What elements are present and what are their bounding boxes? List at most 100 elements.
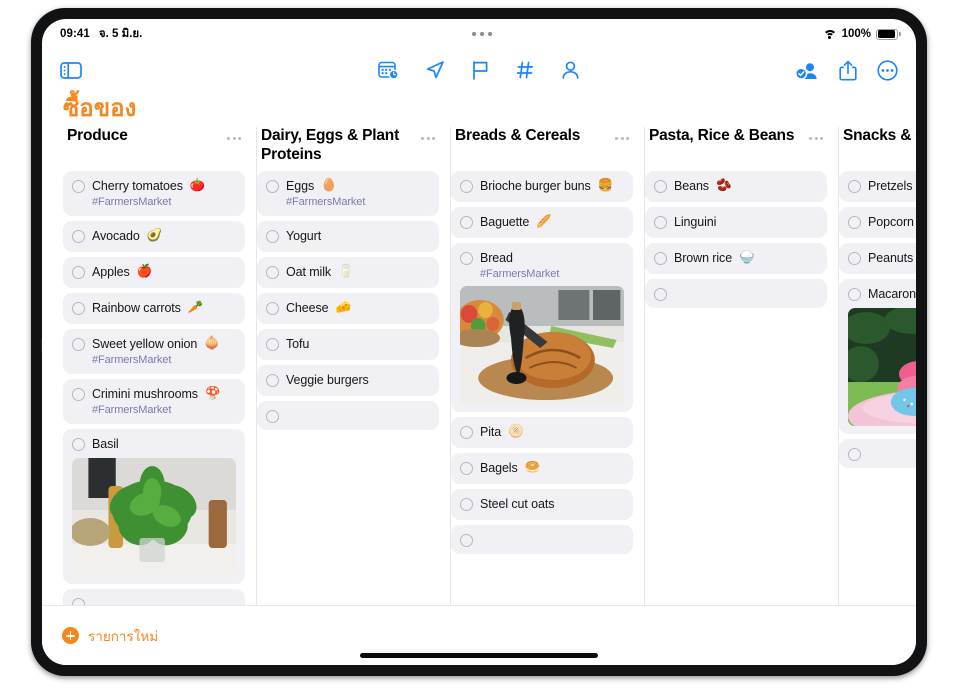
new-item-placeholder[interactable] [839, 439, 916, 468]
battery-full-icon [876, 28, 901, 40]
checkbox-circle-icon[interactable] [848, 180, 861, 193]
checkbox-circle-icon[interactable] [266, 410, 279, 423]
list-item[interactable]: Beans 🫘 [645, 171, 827, 202]
checkbox-circle-icon[interactable] [266, 266, 279, 279]
board-column: Pasta, Rice & Beans Beans 🫘 Linguini Brown r… [644, 127, 839, 605]
more-circle-icon[interactable] [877, 59, 898, 81]
checkbox-circle-icon[interactable] [460, 498, 473, 511]
checkbox-circle-icon[interactable] [654, 288, 667, 301]
column-more-icon[interactable] [419, 135, 437, 142]
list-item[interactable]: Steel cut oats [451, 489, 633, 520]
sidebar-toggle-icon[interactable] [60, 61, 82, 79]
checkbox-circle-icon[interactable] [460, 426, 473, 439]
list-item-tag[interactable]: #FarmersMarket [92, 196, 236, 208]
list-item[interactable]: Sweet yellow onion 🧅 #FarmersMarket [63, 329, 245, 374]
checkbox-circle-icon[interactable] [654, 216, 667, 229]
checkbox-circle-icon[interactable] [460, 216, 473, 229]
new-list-button[interactable]: รายการใหม่ [62, 625, 158, 647]
list-item[interactable]: Rainbow carrots 🥕 [63, 293, 245, 324]
list-item[interactable]: Cheese 🧀 [257, 293, 439, 324]
flag-icon[interactable] [471, 60, 490, 80]
macarons-photo[interactable] [848, 308, 916, 426]
checkbox-circle-icon[interactable] [460, 180, 473, 193]
checkbox-circle-icon[interactable] [654, 252, 667, 265]
list-item[interactable]: Brioche burger buns 🍔 [451, 171, 633, 202]
checkbox-circle-icon[interactable] [72, 180, 85, 193]
list-item-label: Steel cut oats [480, 497, 555, 511]
list-item-tag[interactable]: #FarmersMarket [92, 404, 236, 416]
checkbox-circle-icon[interactable] [266, 230, 279, 243]
list-item[interactable]: Pretzels🥨 [839, 171, 916, 202]
checkbox-circle-icon[interactable] [848, 288, 861, 301]
column-more-icon[interactable] [613, 135, 631, 142]
column-items: Pretzels🥨 Popcorn🍿 Peanuts🥜 Macarons [839, 171, 916, 468]
list-item-tag[interactable]: #FarmersMarket [286, 196, 430, 208]
list-item[interactable]: Veggie burgers [257, 365, 439, 396]
list-item[interactable]: Crimini mushrooms 🍄 #FarmersMarket [63, 379, 245, 424]
list-item-row: Oat milk 🥛 [266, 264, 430, 280]
multitasking-dots-icon[interactable] [472, 32, 493, 36]
list-item[interactable]: Oat milk 🥛 [257, 257, 439, 288]
list-item[interactable]: Baguette 🥖 [451, 207, 633, 238]
collaboration-icon[interactable] [795, 61, 819, 80]
toolbar-left-group [60, 61, 180, 79]
checkbox-circle-icon[interactable] [266, 302, 279, 315]
list-item-tag[interactable]: #FarmersMarket [92, 354, 236, 366]
list-item[interactable]: Macarons [839, 279, 916, 434]
column-more-icon[interactable] [807, 135, 825, 142]
hashtag-icon[interactable] [516, 60, 535, 80]
list-item[interactable]: Brown rice 🍚 [645, 243, 827, 274]
list-item[interactable]: Basil [63, 429, 245, 584]
new-item-placeholder[interactable] [451, 525, 633, 554]
list-item[interactable]: Bread #FarmersMarket [451, 243, 633, 412]
checkbox-circle-icon[interactable] [266, 180, 279, 193]
list-item-label: Brown rice [674, 251, 733, 265]
list-item-tag[interactable]: #FarmersMarket [480, 268, 624, 280]
status-bar-left: 09:41 จ. 5 มิ.ย. [60, 25, 142, 43]
checkbox-circle-icon[interactable] [266, 338, 279, 351]
checkbox-circle-icon[interactable] [72, 230, 85, 243]
list-item[interactable]: Pita 🫓 [451, 417, 633, 448]
checkbox-circle-icon[interactable] [72, 438, 85, 451]
share-icon[interactable] [839, 60, 857, 81]
list-item[interactable]: Linguini [645, 207, 827, 238]
list-item[interactable]: Yogurt [257, 221, 439, 252]
new-item-placeholder[interactable] [645, 279, 827, 308]
send-arrow-icon[interactable] [425, 60, 445, 80]
bread-loaf-photo[interactable] [460, 286, 624, 404]
list-item[interactable]: Peanuts🥜 [839, 243, 916, 274]
checkbox-circle-icon[interactable] [654, 180, 667, 193]
checkbox-circle-icon[interactable] [72, 598, 85, 605]
new-list-label: รายการใหม่ [88, 628, 159, 644]
calendar-clock-icon[interactable] [378, 60, 399, 80]
checkbox-circle-icon[interactable] [72, 266, 85, 279]
new-item-placeholder[interactable] [63, 589, 245, 605]
column-more-icon[interactable] [225, 135, 243, 142]
new-item-placeholder[interactable] [257, 401, 439, 430]
list-item[interactable]: Tofu [257, 329, 439, 360]
list-item[interactable]: Eggs 🥚 #FarmersMarket [257, 171, 439, 216]
list-item-row: Bagels 🥯 [460, 460, 624, 476]
person-icon[interactable] [561, 60, 580, 80]
checkbox-circle-icon[interactable] [72, 388, 85, 401]
list-item[interactable]: Avocado 🥑 [63, 221, 245, 252]
home-indicator[interactable] [360, 653, 598, 658]
checkbox-circle-icon[interactable] [72, 302, 85, 315]
checkbox-circle-icon[interactable] [460, 252, 473, 265]
checkbox-circle-icon[interactable] [460, 534, 473, 547]
checkbox-circle-icon[interactable] [848, 216, 861, 229]
list-item[interactable]: Bagels 🥯 [451, 453, 633, 484]
checkbox-circle-icon[interactable] [848, 252, 861, 265]
board-scroll-area[interactable]: Produce Cherry tomatoes 🍅 #FarmersMarket Avo… [42, 127, 916, 605]
checkbox-circle-icon[interactable] [848, 448, 861, 461]
checkbox-circle-icon[interactable] [72, 338, 85, 351]
list-item[interactable]: Apples 🍎 [63, 257, 245, 288]
list-item[interactable]: Cherry tomatoes 🍅 #FarmersMarket [63, 171, 245, 216]
list-item-row: Cherry tomatoes 🍅 [72, 178, 236, 194]
checkbox-circle-icon[interactable] [266, 374, 279, 387]
checkbox-circle-icon[interactable] [460, 462, 473, 475]
list-item-label: Linguini [674, 215, 717, 229]
list-item[interactable]: Popcorn🍿 [839, 207, 916, 238]
list-item-label: Eggs [286, 179, 315, 193]
basil-plant-photo[interactable] [72, 458, 236, 576]
